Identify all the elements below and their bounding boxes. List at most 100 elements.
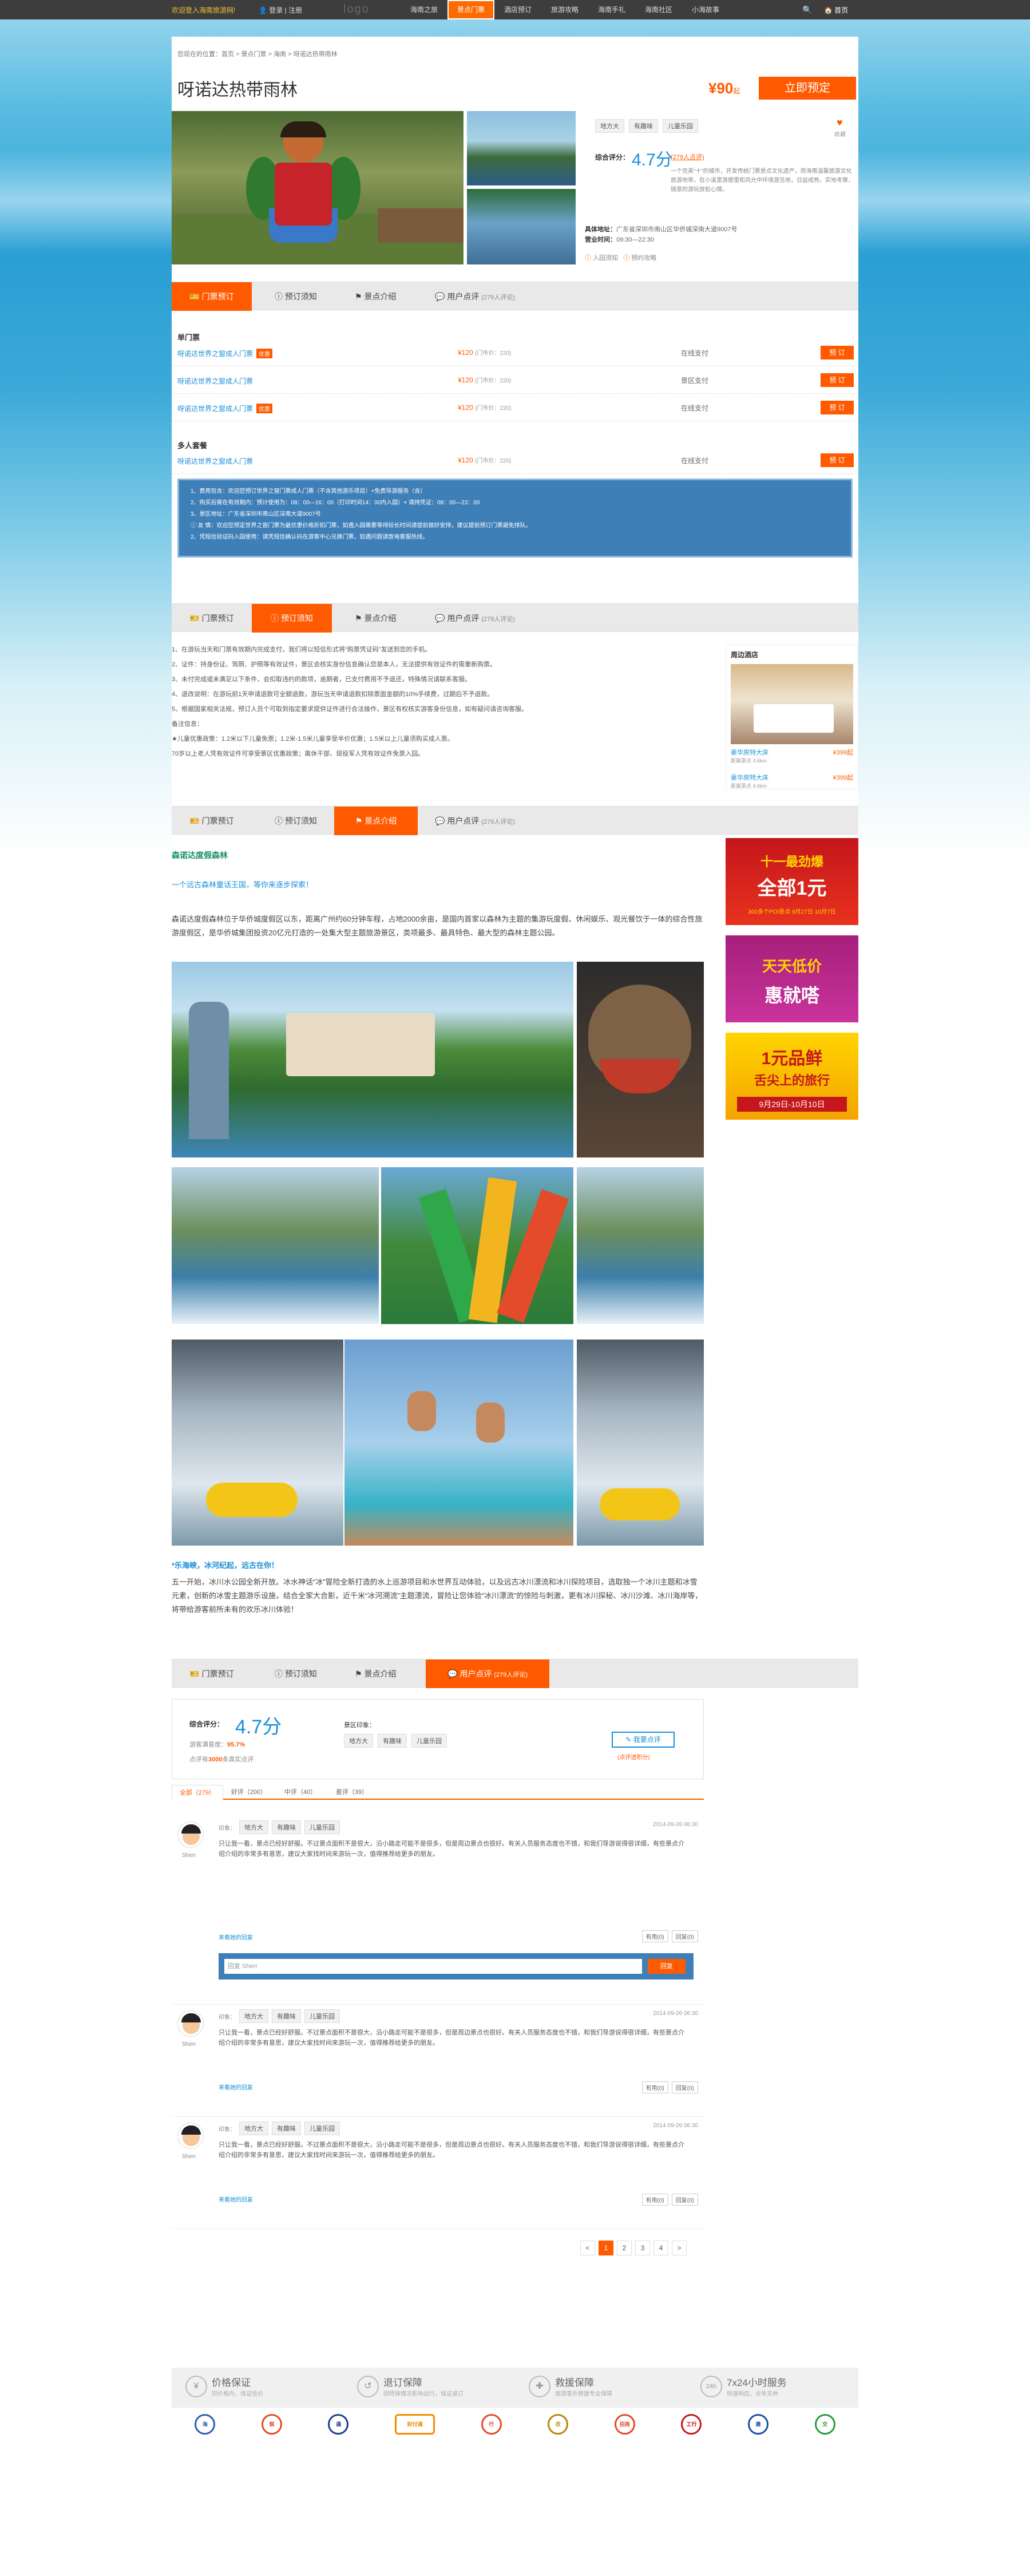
partner-logo[interactable]: 工行	[681, 2414, 702, 2435]
book-now-button[interactable]: 立即预定	[759, 77, 856, 100]
ticket-name[interactable]: 呀诺达世界之窗成人门票	[177, 456, 253, 466]
tab-intro[interactable]: ⚑ 景点介绍	[355, 282, 435, 311]
avatar[interactable]	[177, 2010, 204, 2037]
heart-icon[interactable]: ♥	[837, 117, 843, 129]
ticket-name[interactable]: 呀诺达世界之窗成人门票	[177, 376, 253, 386]
reviewer-name[interactable]: Sherr	[182, 1852, 196, 1859]
write-review-button[interactable]: ✎ 我要点评	[612, 1732, 675, 1748]
photo-pool-jump[interactable]	[344, 1340, 573, 1546]
book-ticket-button[interactable]: 预 订	[821, 401, 854, 414]
nav-item-stories[interactable]: 小海故事	[682, 0, 729, 19]
nav-item-community[interactable]: 海南社区	[635, 0, 682, 19]
page-prev[interactable]: <	[580, 2241, 595, 2255]
page-number[interactable]: 1	[599, 2241, 613, 2255]
gallery-thumb-coast[interactable]	[467, 111, 576, 185]
reply-submit-button[interactable]: 回复	[648, 1959, 686, 1974]
nav-item-hainan-trip[interactable]: 海南之旅	[401, 0, 447, 19]
rating-count-link[interactable]: (279人点评)	[671, 152, 704, 161]
reply-button[interactable]: 回复(0)	[671, 2194, 698, 2206]
reply-button[interactable]: 回复(0)	[671, 2081, 698, 2093]
tab-intro[interactable]: ⚑ 景点介绍	[355, 604, 435, 633]
useful-button[interactable]: 有用(0)	[641, 1930, 668, 1942]
nav-item-hotels[interactable]: 酒店预订	[494, 0, 541, 19]
hotel-item[interactable]: ¥399起 豪华房特大床 距离景点 4.6km	[726, 744, 858, 764]
nav-item-guides[interactable]: 旅游攻略	[541, 0, 588, 19]
tab-reviews[interactable]: 💬 用户点评 (279人评论)	[435, 604, 549, 633]
entry-notice-link[interactable]: 入园须知	[593, 255, 618, 262]
tab-reviews[interactable]: 💬 用户点评 (279人评论)	[435, 282, 549, 311]
reply-button[interactable]: 回复(0)	[671, 1930, 698, 1942]
tab-tickets[interactable]: 🎫 门票预订	[172, 807, 252, 835]
partner-logo[interactable]: 行	[481, 2414, 502, 2435]
photo-river-2[interactable]	[577, 1167, 704, 1324]
login-link[interactable]: 👤 登录 | 注册	[259, 5, 302, 15]
nav-item-tickets[interactable]: 景点门票	[447, 0, 494, 19]
partner-logo[interactable]: 农	[548, 2414, 569, 2435]
reply-input[interactable]: 回复 Sherr	[224, 1959, 642, 1974]
book-ticket-button[interactable]: 预 订	[821, 373, 854, 387]
photo-dinosaur[interactable]	[577, 962, 704, 1157]
gallery-main-image[interactable]	[172, 111, 464, 264]
review-tab-bad[interactable]: 差评（39）	[326, 1785, 378, 1800]
book-ticket-button[interactable]: 预 订	[821, 346, 854, 359]
hotel-item[interactable]: ¥399起 豪华房特大床 距离景点 4.6km	[726, 769, 858, 789]
hotel-image[interactable]	[731, 664, 853, 744]
photo-raft-2[interactable]	[577, 1340, 704, 1546]
login-label[interactable]: 登录	[269, 6, 283, 14]
review-tab-all[interactable]: 全部（279）	[172, 1785, 223, 1800]
view-replies-link[interactable]: 来看她的回复	[219, 2083, 253, 2091]
promo-banner-1[interactable]: 十一最劲爆 全部1元 300多个POI景点 9月27日-10月7日	[726, 838, 858, 925]
useful-button[interactable]: 有用(0)	[641, 2081, 668, 2093]
tab-booking-notice[interactable]: ⓘ 预订须知	[252, 604, 332, 633]
photo-raft-1[interactable]	[172, 1340, 343, 1546]
partner-logo[interactable]: 交	[814, 2414, 835, 2435]
partner-logo[interactable]: 招商	[614, 2414, 635, 2435]
useful-button[interactable]: 有用(0)	[641, 2194, 668, 2206]
search-icon[interactable]: 🔍	[802, 5, 812, 15]
ticket-name-text[interactable]: 呀诺达世界之窗成人门票	[177, 377, 253, 385]
tab-reviews[interactable]: 💬 用户点评 (279人评论)	[435, 807, 549, 835]
page-next[interactable]: >	[672, 2241, 687, 2255]
photo-river-1[interactable]	[172, 1167, 379, 1324]
home-link[interactable]: 🏠 首页	[824, 5, 848, 15]
review-tab-good[interactable]: 好评（200）	[223, 1785, 275, 1800]
reviewer-name[interactable]: Sherr	[182, 2041, 196, 2048]
ticket-name[interactable]: 呀诺达世界之窗成人门票 优惠	[177, 404, 273, 413]
partner-logo[interactable]: 通	[328, 2414, 349, 2435]
tab-tickets[interactable]: 🎫 门票预订	[172, 1660, 252, 1688]
avatar[interactable]	[177, 1822, 204, 1848]
page-number[interactable]: 3	[635, 2241, 650, 2255]
avatar[interactable]	[177, 2123, 204, 2149]
tab-intro[interactable]: ⚑ 景点介绍	[355, 1660, 423, 1688]
partner-logo[interactable]: 海	[195, 2414, 216, 2435]
tab-reviews[interactable]: 💬 用户点评 (279人评论)	[426, 1660, 549, 1688]
tab-booking-notice[interactable]: ⓘ 预订须知	[275, 1660, 343, 1688]
favorite-label[interactable]: 收藏	[834, 129, 846, 138]
page-number[interactable]: 4	[653, 2241, 668, 2255]
partner-logo[interactable]: 建	[748, 2414, 769, 2435]
tab-tickets[interactable]: 🎫 门票预订	[172, 604, 252, 633]
ticket-name[interactable]: 呀诺达世界之窗成人门票 优惠	[177, 349, 273, 358]
reviewer-name[interactable]: Sherr	[182, 2154, 196, 2160]
photo-waterslide[interactable]	[381, 1167, 573, 1324]
tab-booking-notice[interactable]: ⓘ 预订须知	[275, 807, 343, 835]
partner-logo[interactable]: 财付通	[395, 2414, 435, 2435]
tab-booking-notice[interactable]: ⓘ 预订须知	[275, 282, 343, 311]
ticket-name-text[interactable]: 呀诺达世界之窗成人门票	[177, 457, 253, 465]
booking-guide-link[interactable]: 预约攻略	[631, 255, 656, 262]
tab-intro[interactable]: ⚑ 景点介绍	[334, 807, 418, 835]
home-label[interactable]: 首页	[834, 6, 848, 14]
nav-item-gifts[interactable]: 海南手礼	[588, 0, 635, 19]
ticket-name-text[interactable]: 呀诺达世界之窗成人门票	[177, 405, 253, 413]
book-ticket-button[interactable]: 预 订	[821, 453, 854, 467]
tab-tickets[interactable]: 🎫 门票预订	[172, 282, 252, 311]
register-link[interactable]: 注册	[288, 6, 302, 14]
ticket-name-text[interactable]: 呀诺达世界之窗成人门票	[177, 350, 253, 358]
photo-resort[interactable]	[172, 962, 573, 1157]
page-number[interactable]: 2	[617, 2241, 632, 2255]
promo-banner-2[interactable]: 天天低价 惠就嗒	[726, 935, 858, 1022]
review-tab-medium[interactable]: 中评（40）	[275, 1785, 326, 1800]
partner-logo[interactable]: 银	[261, 2414, 282, 2435]
gallery-thumb-lake[interactable]	[467, 189, 576, 264]
view-replies-link[interactable]: 来看她的回复	[219, 2195, 253, 2203]
